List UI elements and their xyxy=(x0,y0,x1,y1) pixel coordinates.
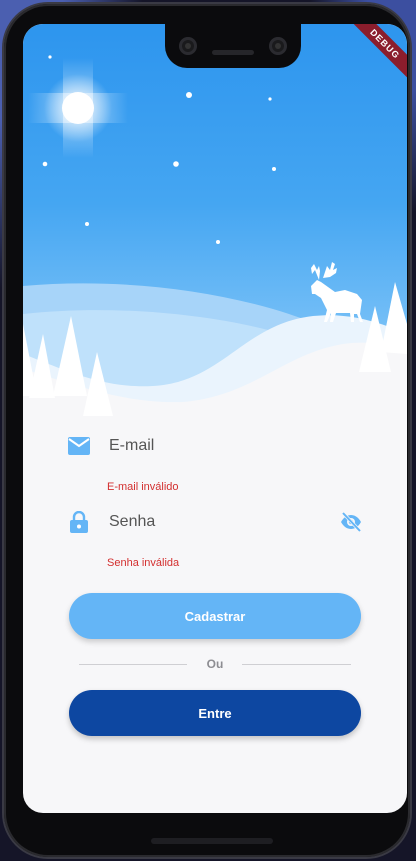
register-button[interactable]: Cadastrar xyxy=(69,593,361,639)
winter-landscape xyxy=(23,55,407,424)
camera-notch xyxy=(165,24,301,68)
lock-icon xyxy=(67,510,91,534)
camera-icon xyxy=(269,37,287,55)
phone-frame: DEBUG E-mail E-mail inválido Senha Senha… xyxy=(4,4,410,857)
visibility-off-icon[interactable] xyxy=(339,510,363,534)
password-label: Senha xyxy=(109,513,156,530)
app-screen: DEBUG E-mail E-mail inválido Senha Senha… xyxy=(23,24,407,813)
speaker-grill xyxy=(212,50,254,55)
password-error: Senha inválida xyxy=(107,557,180,569)
speaker-bottom xyxy=(151,838,273,844)
email-field[interactable]: E-mail xyxy=(67,426,363,466)
email-error: E-mail inválido xyxy=(107,481,179,493)
password-field[interactable]: Senha xyxy=(67,502,363,542)
divider-line-right xyxy=(242,664,351,665)
sun-icon xyxy=(28,58,128,158)
divider-line-left xyxy=(79,664,187,665)
login-button[interactable]: Entre xyxy=(69,690,361,736)
divider-text: Ou xyxy=(206,657,224,671)
reindeer-icon xyxy=(311,262,363,322)
email-icon xyxy=(67,434,91,458)
email-label: E-mail xyxy=(109,437,155,454)
camera-icon xyxy=(179,37,197,55)
